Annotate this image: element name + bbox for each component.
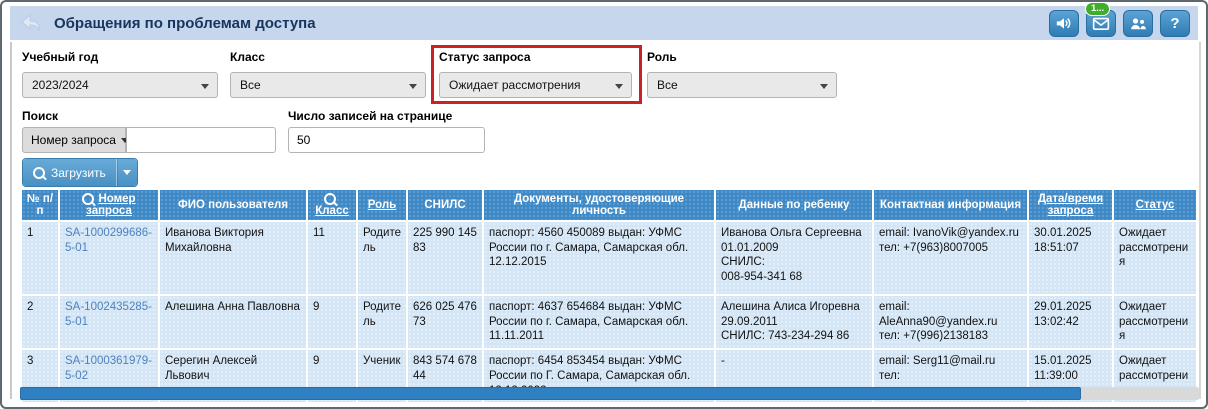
col-request-number[interactable]: Номер запроса — [60, 190, 160, 222]
announcements-button[interactable] — [1049, 10, 1079, 37]
users-button[interactable] — [1123, 10, 1153, 37]
megaphone-icon — [1055, 15, 1073, 31]
chevron-down-icon — [615, 84, 623, 89]
col-contact-info: Контактная информация — [874, 190, 1029, 222]
filter-label: Класс — [230, 50, 426, 64]
request-number-link[interactable]: SA-1000299686-5-01 — [65, 227, 152, 254]
chevron-down-icon — [820, 84, 828, 89]
cell-role: Родитель — [358, 296, 408, 350]
request-number-link[interactable]: SA-1000361979-5-02 — [65, 355, 152, 382]
cell-child-data: Иванова Ольга Сергеевна01.01.2009СНИЛС:0… — [716, 222, 874, 296]
cell-user-name: Иванова Виктория Михайловна — [160, 222, 308, 296]
filter-class: Класс Все — [230, 50, 426, 98]
filter-label: Роль — [647, 50, 837, 64]
filter-school-year: Учебный год 2023/2024 — [22, 50, 218, 98]
load-options-button[interactable] — [116, 159, 137, 186]
role-value: Все — [657, 78, 678, 92]
panel-right-edge — [1199, 42, 1201, 399]
cell-status: Ожидает рассмотрения — [1114, 296, 1198, 350]
request-number-link[interactable]: SA-1002435285-5-01 — [65, 301, 152, 328]
col-identity-documents: Документы, удостоверяющие личность — [484, 190, 716, 222]
cell-status: Ожидает рассмотрения — [1114, 222, 1198, 296]
cell-snils: 225 990 145 83 — [408, 222, 484, 296]
col-role[interactable]: Роль — [358, 190, 408, 222]
col-user-name: ФИО пользователя — [160, 190, 308, 222]
school-year-select[interactable]: 2023/2024 — [22, 72, 218, 98]
col-status[interactable]: Статус — [1114, 190, 1198, 222]
mail-button[interactable]: 1... — [1086, 10, 1116, 37]
table-row: 2SA-1002435285-5-01 Алешина Анна Павловна… — [22, 296, 1198, 350]
cell-role: Родитель — [358, 222, 408, 296]
cell-request-number: SA-1000299686-5-01 — [60, 222, 160, 296]
cell-row-number: 1 — [22, 222, 60, 296]
request-status-select[interactable]: Ожидает рассмотрения — [439, 72, 632, 98]
cell-request-datetime: 29.01.202513:02:42 — [1029, 296, 1114, 350]
titlebar-buttons: 1... ? — [1049, 10, 1190, 37]
col-child-data: Данные по ребенку — [716, 190, 874, 222]
chevron-down-icon — [409, 84, 417, 89]
col-row-number: № п/п — [22, 190, 60, 222]
col-request-datetime[interactable]: Дата/время запроса — [1029, 190, 1114, 222]
page-size-label: Число записей на странице — [288, 109, 452, 123]
cell-snils: 626 025 476 73 — [408, 296, 484, 350]
cell-child-data: Алешина Алиса Игоревна29.09.2011СНИЛС: 7… — [716, 296, 874, 350]
mail-unread-badge: 1... — [1085, 2, 1110, 16]
table-body: 1SA-1000299686-5-01 Иванова Виктория Миха… — [22, 222, 1198, 404]
cell-identity-documents: паспорт: 4637 654684 выдан: УФМС России … — [484, 296, 716, 350]
back-arrow-icon[interactable] — [18, 13, 44, 33]
school-year-value: 2023/2024 — [32, 78, 89, 92]
request-status-value: Ожидает рассмотрения — [449, 78, 581, 92]
search-icon — [82, 193, 94, 205]
class-select[interactable]: Все — [230, 72, 426, 98]
envelope-icon — [1092, 16, 1110, 31]
load-button[interactable]: Загрузить — [23, 159, 116, 186]
col-class[interactable]: Класс — [308, 190, 358, 222]
cell-contact-info: email: IvanoVik@yandex.ruтел: +7(963)800… — [874, 222, 1029, 296]
requests-table: № п/пНомер запросаФИО пользователяКлассР… — [22, 190, 1198, 404]
table-row: 1SA-1000299686-5-01 Иванова Виктория Миха… — [22, 222, 1198, 296]
page-title: Обращения по проблемам доступа — [54, 15, 316, 32]
chevron-down-icon — [201, 84, 209, 89]
chevron-down-icon — [123, 170, 131, 175]
app-window: Обращения по проблемам доступа 1... — [0, 0, 1208, 409]
horizontal-scrollbar-track[interactable] — [20, 387, 1199, 400]
cell-user-name: Алешина Анна Павловна — [160, 296, 308, 350]
load-split-button: Загрузить — [22, 158, 138, 187]
page-size-input[interactable] — [288, 127, 485, 153]
search-icon — [33, 167, 45, 179]
filter-label: Статус запроса — [439, 50, 632, 64]
role-select[interactable]: Все — [647, 72, 837, 98]
cell-request-number: SA-1002435285-5-01 — [60, 296, 160, 350]
cell-row-number: 2 — [22, 296, 60, 350]
cell-contact-info: email:AleAnna90@yandex.ruтел: +7(996)213… — [874, 296, 1029, 350]
people-icon — [1129, 16, 1147, 31]
search-field-value: Номер запроса — [31, 128, 116, 152]
cell-identity-documents: паспорт: 4560 450089 выдан: УФМС России … — [484, 222, 716, 296]
hscrollbar-thumb[interactable] — [20, 387, 1081, 400]
cell-class: 11 — [308, 222, 358, 296]
question-icon: ? — [1170, 16, 1179, 31]
cell-class: 9 — [308, 296, 358, 350]
search-label: Поиск — [22, 109, 58, 123]
class-value: Все — [240, 78, 261, 92]
titlebar: Обращения по проблемам доступа 1... — [10, 6, 1198, 40]
search-icon — [324, 193, 336, 205]
help-button[interactable]: ? — [1160, 10, 1190, 37]
filter-label: Учебный год — [22, 50, 218, 64]
load-button-label: Загрузить — [51, 166, 106, 180]
filter-request-status: Статус запроса Ожидает рассмотрения — [439, 50, 632, 98]
col-snils: СНИЛС — [408, 190, 484, 222]
filter-role: Роль Все — [647, 50, 837, 98]
search-field-selector[interactable]: Номер запроса — [22, 127, 126, 153]
panel-left-edge — [10, 42, 12, 399]
search-input[interactable] — [126, 127, 276, 153]
table-header-row: № п/пНомер запросаФИО пользователяКлассР… — [22, 190, 1198, 222]
cell-request-datetime: 30.01.202518:51:07 — [1029, 222, 1114, 296]
